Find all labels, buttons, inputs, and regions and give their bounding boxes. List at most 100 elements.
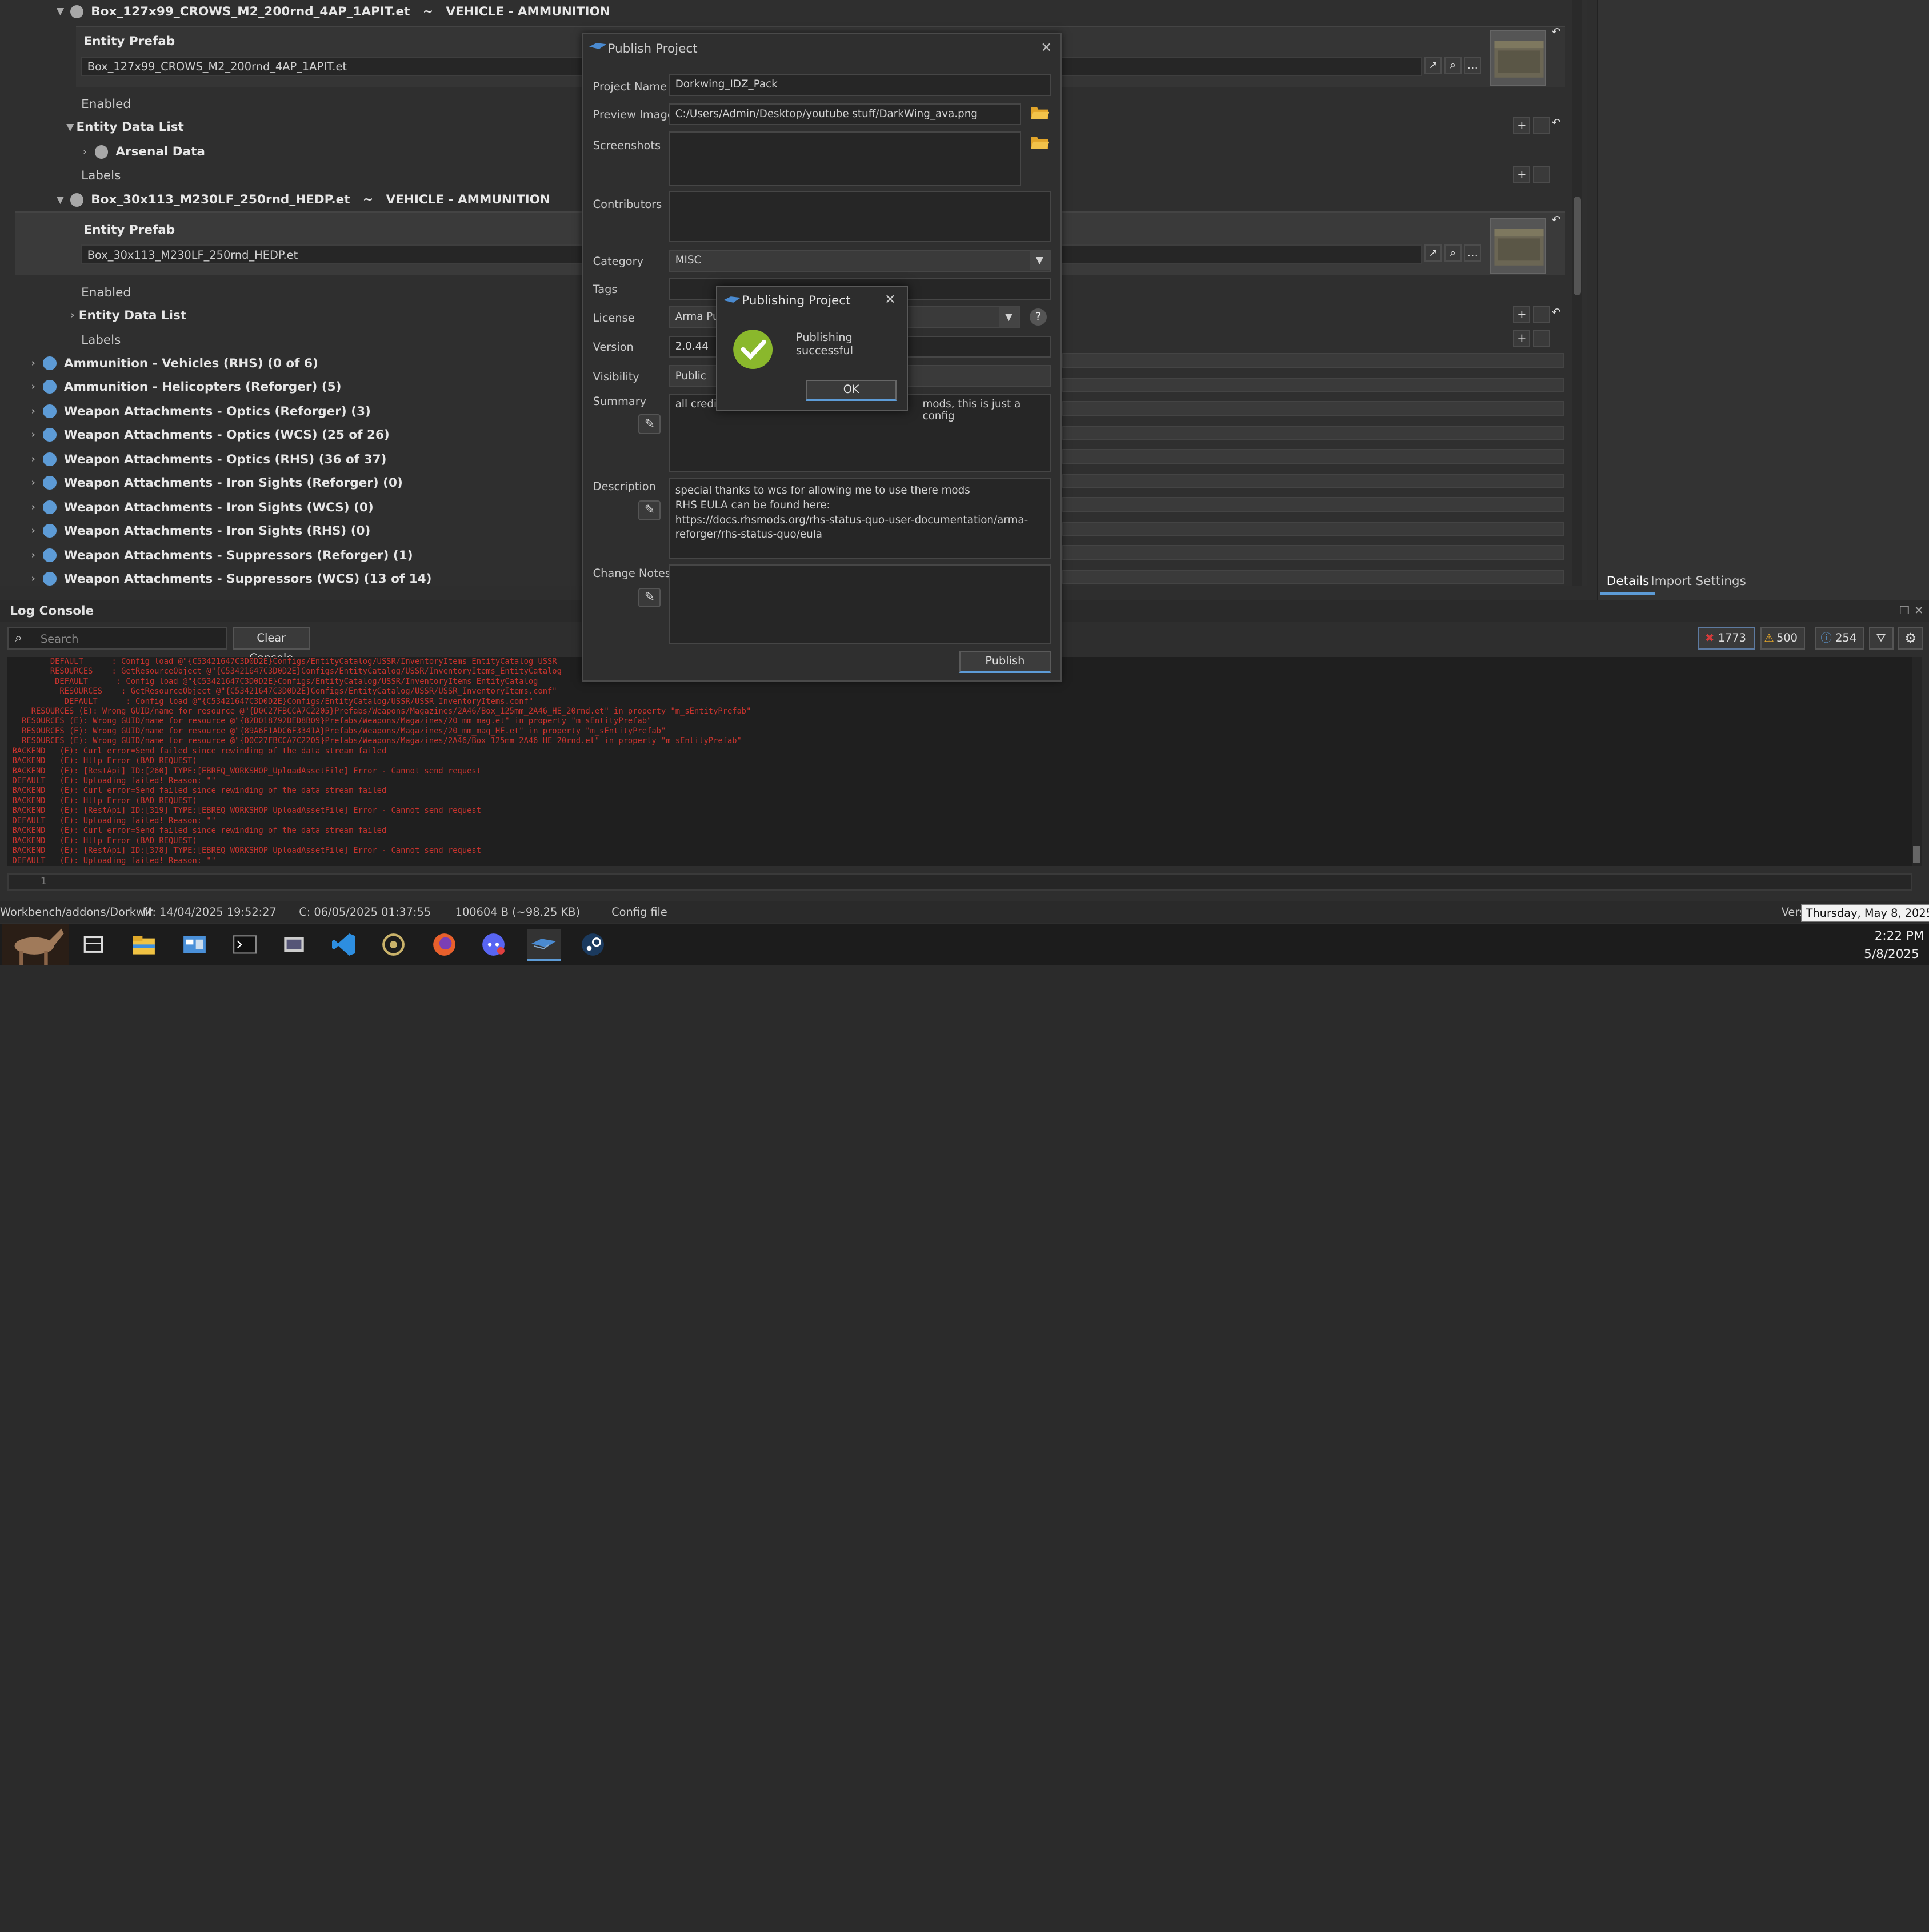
value-bar[interactable]: [1062, 448, 1564, 464]
reset-icon[interactable]: ↶: [1548, 25, 1565, 42]
firefox-icon[interactable]: [427, 929, 461, 961]
clock-date[interactable]: 5/8/2025: [1833, 947, 1919, 961]
value-bar[interactable]: [1062, 473, 1564, 488]
contributors-box[interactable]: [669, 190, 1051, 242]
app-circle-icon[interactable]: [377, 929, 411, 961]
close-icon[interactable]: ✕: [885, 291, 896, 307]
more-button[interactable]: …: [1464, 56, 1482, 74]
tree-scrollbar[interactable]: [1572, 0, 1582, 586]
close-icon[interactable]: ✕: [1040, 39, 1052, 55]
horse-wallpaper-icon[interactable]: [2, 923, 69, 966]
error-filter-button[interactable]: ✖ 1773: [1698, 627, 1756, 650]
restore-icon[interactable]: ❐: [1899, 604, 1909, 617]
tree-item-entity-data-list-1[interactable]: ▼ Entity Data List: [64, 115, 184, 139]
info-filter-button[interactable]: ⓘ 254: [1814, 627, 1864, 650]
tree-group-item[interactable]: › Weapon Attachments - Optics (RHS) (36 o…: [27, 448, 387, 471]
expand-arrow-icon[interactable]: ›: [27, 573, 39, 584]
add-button[interactable]: +: [1513, 117, 1531, 134]
edit-icon[interactable]: ↗: [1424, 56, 1442, 74]
tree-item-entity-data-list-2[interactable]: › Entity Data List: [66, 304, 186, 327]
task-view-icon[interactable]: [76, 929, 110, 961]
log-output[interactable]: DEFAULT : Config load @"{C53421647C3D0D2…: [7, 656, 1912, 866]
category-select[interactable]: MISC ▼: [669, 249, 1051, 272]
expand-arrow-icon[interactable]: ›: [27, 502, 39, 513]
network-app-icon[interactable]: [277, 929, 311, 961]
close-icon[interactable]: ✕: [1914, 604, 1923, 617]
warning-filter-button[interactable]: ⚠ 500: [1760, 627, 1805, 650]
edit-summary-button[interactable]: ✎: [638, 414, 661, 434]
search-icon[interactable]: ⌕: [1444, 56, 1462, 74]
folder-open-icon[interactable]: [1030, 134, 1050, 150]
value-bar[interactable]: [1062, 544, 1564, 560]
menu-button[interactable]: [1532, 166, 1550, 183]
expand-arrow-icon[interactable]: ›: [27, 550, 39, 561]
tree-group-item[interactable]: › Weapon Attachments - Optics (WCS) (25 o…: [27, 423, 390, 447]
more-button[interactable]: …: [1464, 244, 1482, 262]
expand-arrow-icon[interactable]: ▼: [54, 6, 67, 17]
clock-time[interactable]: 2:22 PM: [1833, 929, 1924, 943]
value-bar[interactable]: [1062, 569, 1564, 584]
control-panel-icon[interactable]: [177, 929, 211, 961]
expand-arrow-icon[interactable]: ▼: [54, 194, 67, 206]
change-notes-box[interactable]: [669, 564, 1051, 645]
tree-item-box2[interactable]: ▼ Box_30x113_M230LF_250rnd_HEDP.et ~ VEH…: [54, 188, 550, 211]
tree-group-item[interactable]: › Weapon Attachments - Iron Sights (RHS) …: [27, 519, 371, 543]
reset-icon[interactable]: ↶: [1548, 305, 1565, 322]
expand-arrow-icon[interactable]: ›: [27, 525, 39, 536]
expand-arrow-icon[interactable]: ›: [27, 429, 39, 440]
tree-group-item[interactable]: › Weapon Attachments - Iron Sights (WCS) …: [27, 496, 374, 519]
add-button[interactable]: +: [1513, 330, 1531, 347]
expand-arrow-icon[interactable]: ›: [79, 146, 91, 158]
expand-arrow-icon[interactable]: ›: [27, 358, 39, 369]
tree-group-item[interactable]: › Weapon Attachments - Suppressors (WCS) …: [27, 567, 432, 586]
clear-console-button[interactable]: Clear Console: [232, 627, 310, 664]
tab-import-settings[interactable]: Import Settings: [1645, 571, 1752, 592]
filter-icon[interactable]: ⛛: [1868, 627, 1894, 650]
tree-group-item[interactable]: › Weapon Attachments - Optics (Reforger) …: [27, 400, 371, 423]
ok-button[interactable]: OK: [806, 380, 897, 401]
tree-item-arsenal-data[interactable]: › Arsenal Data: [79, 140, 205, 163]
command-input[interactable]: 1: [7, 873, 1912, 891]
value-bar[interactable]: [1062, 496, 1564, 512]
folder-open-icon[interactable]: [1030, 105, 1050, 121]
screenshots-box[interactable]: [669, 131, 1021, 186]
value-bar[interactable]: [1062, 521, 1564, 536]
reset-icon[interactable]: ↶: [1548, 213, 1565, 230]
preview-image-input[interactable]: C:/Users/Admin/Desktop/youtube stuff/Dar…: [669, 103, 1021, 126]
settings-gear-icon[interactable]: ⚙: [1898, 627, 1923, 650]
reset-icon[interactable]: ↶: [1548, 115, 1565, 133]
edit-change-notes-button[interactable]: ✎: [638, 588, 661, 608]
scrollbar-thumb[interactable]: [1573, 197, 1581, 295]
expand-arrow-icon[interactable]: ›: [27, 406, 39, 417]
tree-group-item[interactable]: › Weapon Attachments - Iron Sights (Refor…: [27, 471, 403, 495]
project-name-input[interactable]: Dorkwing_IDZ_Pack: [669, 74, 1051, 96]
edit-description-button[interactable]: ✎: [638, 500, 661, 520]
steam-icon[interactable]: [576, 929, 610, 961]
workbench-taskbar-icon[interactable]: [526, 928, 561, 961]
description-box[interactable]: special thanks to wcs for allowing me to…: [669, 478, 1051, 560]
tree-group-item[interactable]: › Ammunition - Helicopters (Reforger) (5): [27, 375, 342, 399]
value-bar[interactable]: [1062, 352, 1564, 368]
menu-button[interactable]: [1532, 330, 1550, 347]
log-scrollbar[interactable]: [1911, 656, 1922, 866]
expand-arrow-icon[interactable]: ▼: [64, 122, 77, 133]
tree-group-item[interactable]: › Ammunition - Vehicles (RHS) (0 of 6): [27, 352, 318, 375]
discord-icon[interactable]: [476, 929, 510, 961]
add-button[interactable]: +: [1513, 166, 1531, 183]
help-icon[interactable]: ?: [1029, 308, 1047, 326]
value-bar[interactable]: [1062, 400, 1564, 416]
scrollbar-thumb[interactable]: [1913, 846, 1920, 864]
edit-icon[interactable]: ↗: [1424, 244, 1442, 262]
terminal-icon[interactable]: [227, 929, 262, 961]
add-button[interactable]: +: [1513, 306, 1531, 324]
value-bar[interactable]: [1062, 378, 1564, 392]
tree-item-box1[interactable]: ▼ Box_127x99_CROWS_M2_200rnd_4AP_1APIT.e…: [54, 0, 610, 23]
publish-button[interactable]: Publish: [959, 650, 1051, 673]
search-input[interactable]: ⌕ Search: [7, 627, 228, 650]
expand-arrow-icon[interactable]: ›: [27, 381, 39, 392]
expand-arrow-icon[interactable]: ›: [27, 454, 39, 465]
expand-arrow-icon[interactable]: ›: [66, 310, 79, 321]
value-bar[interactable]: [1062, 425, 1564, 440]
file-explorer-icon[interactable]: [127, 929, 161, 961]
search-icon[interactable]: ⌕: [1444, 244, 1462, 262]
